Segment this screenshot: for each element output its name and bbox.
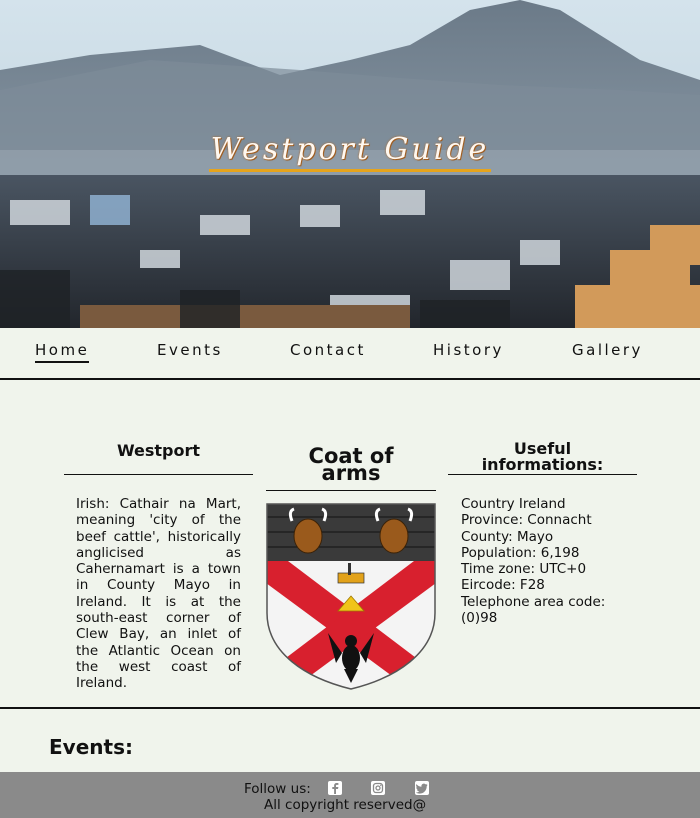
useful-info-title: Useful informations: bbox=[481, 439, 604, 474]
events-heading: Events: bbox=[49, 735, 133, 759]
section-divider bbox=[0, 707, 700, 709]
copyright-text: All copyright reserved@ bbox=[264, 797, 427, 813]
twitter-icon[interactable] bbox=[415, 781, 429, 795]
follow-label: Follow us: bbox=[244, 781, 311, 797]
coat-of-arms-title: Coat of arms bbox=[308, 444, 394, 485]
westport-title: Westport bbox=[116, 441, 201, 460]
main-nav: Home Events Contact History Gallery bbox=[0, 328, 700, 380]
hero-banner: Westport Guide bbox=[0, 0, 700, 328]
nav-events[interactable]: Events bbox=[157, 341, 223, 361]
nav-contact[interactable]: Contact bbox=[290, 341, 366, 361]
westport-description: Irish: Cathair na Mart, meaning 'city of… bbox=[76, 496, 241, 692]
info-county: County: Mayo bbox=[461, 528, 554, 545]
info-province: Province: Connacht bbox=[461, 512, 592, 529]
info-phone-label: Telephone area code: bbox=[461, 593, 606, 610]
info-population: Population: 6,198 bbox=[461, 544, 580, 561]
useful-info-rule bbox=[448, 474, 637, 475]
instagram-icon[interactable] bbox=[371, 781, 385, 795]
coat-of-arms-image bbox=[266, 503, 436, 690]
useful-info-list: Country Ireland Province: Connacht Count… bbox=[461, 496, 631, 626]
info-country: Country Ireland bbox=[461, 496, 566, 512]
westport-rule bbox=[64, 474, 253, 475]
facebook-icon[interactable] bbox=[328, 781, 342, 795]
site-title: Westport Guide bbox=[0, 132, 700, 172]
info-phone-code: (0)98 bbox=[461, 610, 498, 627]
footer: Follow us: All copyright reserved@ bbox=[0, 772, 700, 818]
info-eircode: Eircode: F28 bbox=[461, 577, 545, 594]
info-timezone: Time zone: UTC+0 bbox=[461, 561, 587, 578]
coat-of-arms-rule bbox=[266, 490, 436, 491]
nav-history[interactable]: History bbox=[433, 341, 504, 361]
nav-gallery[interactable]: Gallery bbox=[572, 341, 643, 361]
nav-home[interactable]: Home bbox=[35, 341, 90, 363]
